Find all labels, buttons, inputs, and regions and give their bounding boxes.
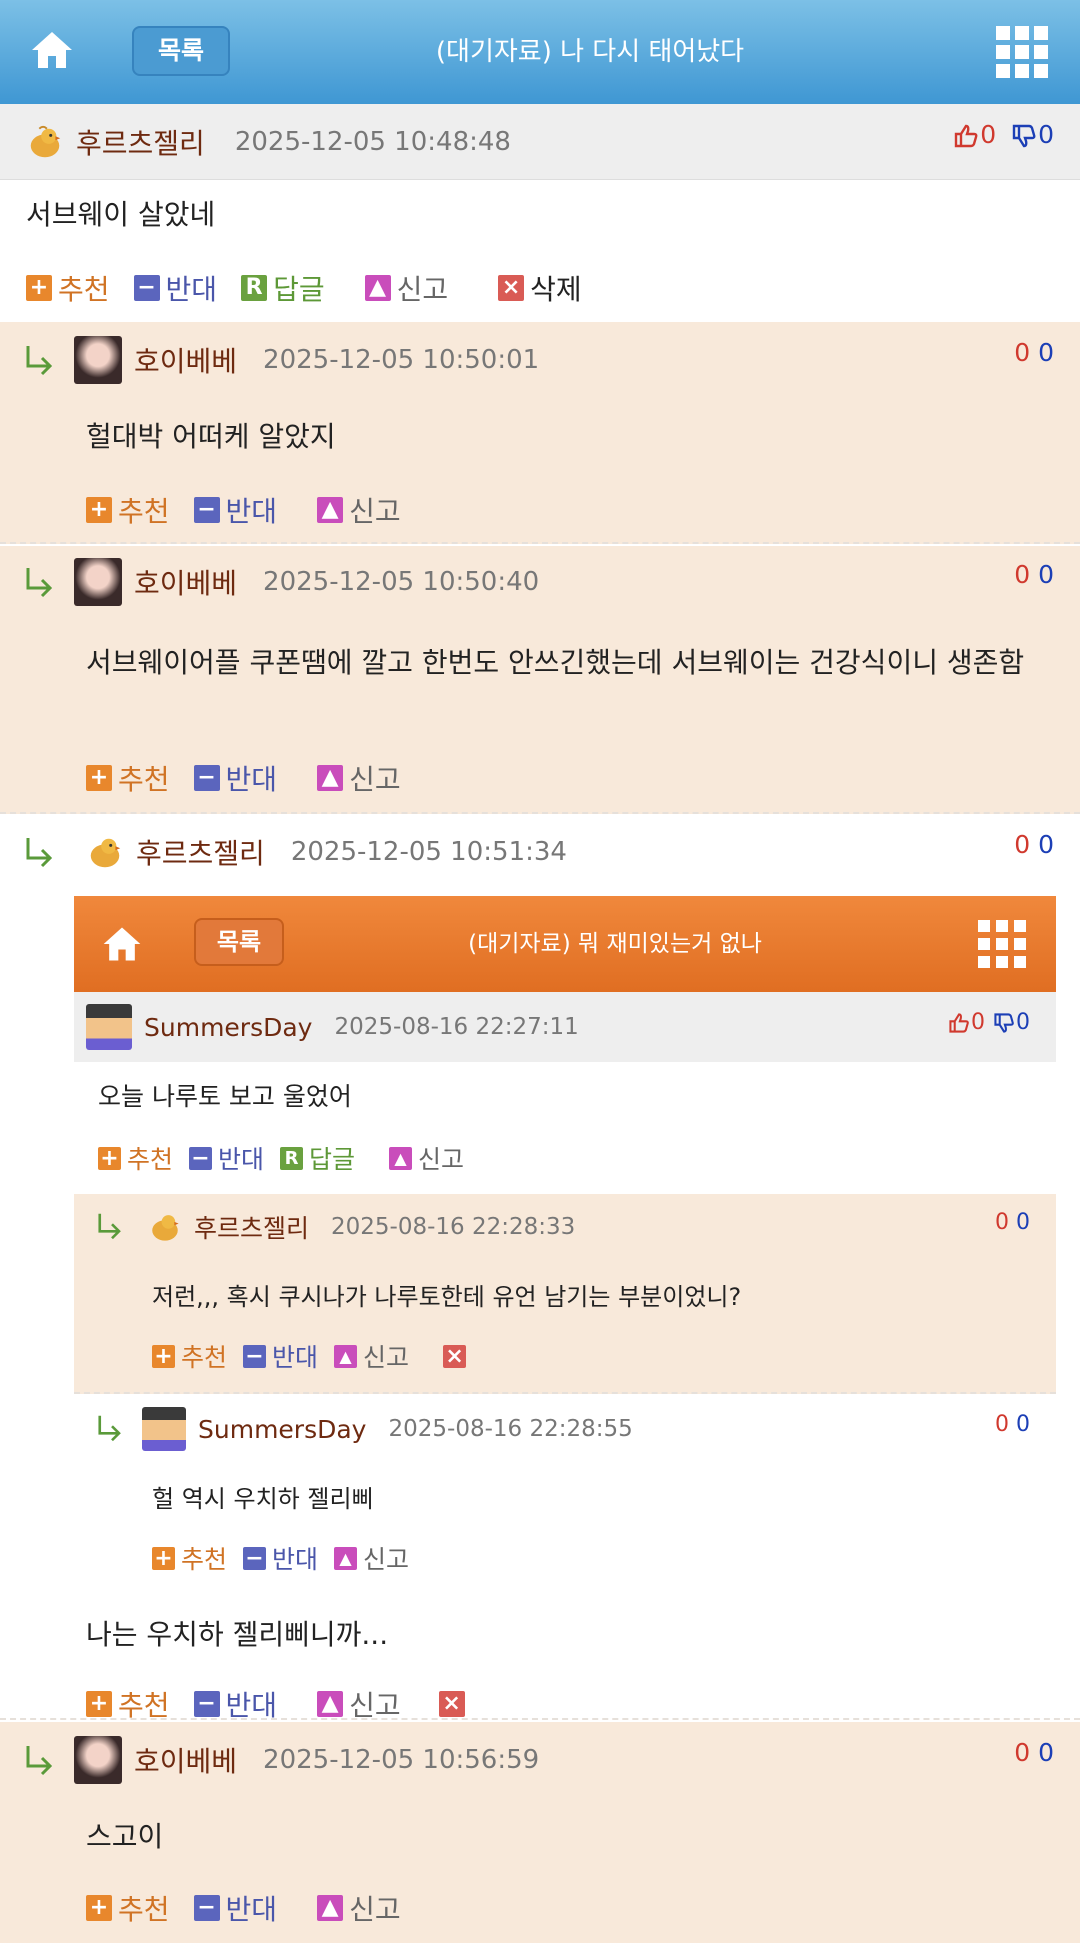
post-date: 2025-12-05 10:48:48 xyxy=(234,127,511,157)
recommend-button[interactable]: + 추천 xyxy=(26,268,110,308)
down-count: 0 xyxy=(1038,120,1054,149)
vote-counts: 0 0 xyxy=(952,120,1054,150)
embed-post-header: SummersDay 2025-08-16 22:27:11 0 0 xyxy=(74,992,1056,1062)
author-nick[interactable]: 호이베베 xyxy=(134,340,237,380)
thumbs-up-icon[interactable] xyxy=(952,122,980,150)
comment-actions: + 추천 − 반대 ▲ 신고 xyxy=(86,758,425,798)
report-button[interactable]: ▲ 신고 xyxy=(317,758,401,798)
author-nick: SummersDay xyxy=(198,1414,367,1444)
embedded-screenshot: 목록 (대기자료) 뭐 재미있는거 없나 SummersDay 2025-08-… xyxy=(74,896,1056,1722)
embed-comment: SummersDay 2025-08-16 22:28:55 0 0 헐 역시 … xyxy=(74,1396,1056,1596)
delete-button[interactable]: × 삭제 xyxy=(498,268,582,308)
chick-avatar xyxy=(30,125,61,158)
comment-actions: + 추천 − 반대 ▲ 신고 xyxy=(86,1888,425,1928)
comment-body: 서브웨이어플 쿠폰땜에 깔고 한번도 안쓰긴했는데 서브웨이는 건강식이니 생존… xyxy=(86,646,1025,679)
post-body: 서브웨이 살았네 xyxy=(26,198,216,231)
plus-icon: + xyxy=(26,275,52,301)
pixel-avatar xyxy=(86,1004,132,1050)
minus-icon: − xyxy=(133,275,160,301)
reply-button[interactable]: R 답글 xyxy=(241,268,325,308)
report-button[interactable]: ▲ 신고 xyxy=(317,490,401,530)
up-count: 0 xyxy=(980,120,997,149)
up-count: 0 xyxy=(1014,560,1031,589)
girl-avatar xyxy=(74,558,122,606)
down-count: 0 xyxy=(1038,560,1054,589)
thumbs-down-icon[interactable] xyxy=(1010,122,1038,150)
post-header: 후르츠젤리 2025-12-05 10:48:48 0 0 xyxy=(0,104,1080,180)
top-bar: 목록 (대기자료) 나 다시 태어났다 xyxy=(0,0,1080,104)
girl-avatar xyxy=(74,1736,122,1784)
thumbs-down-icon xyxy=(994,1013,1014,1033)
pixel-avatar xyxy=(142,1407,186,1451)
up-count: 0 xyxy=(1014,1738,1031,1767)
reply-arrow-icon xyxy=(26,568,53,598)
reply-arrow-icon xyxy=(98,1213,121,1240)
thumbs-up-icon xyxy=(949,1013,969,1033)
close-icon: × xyxy=(498,275,525,301)
reply-arrow-icon xyxy=(98,1415,121,1442)
embed-list-button: 목록 xyxy=(194,918,284,966)
page-title: (대기자료) 나 다시 태어났다 xyxy=(435,37,745,67)
chick-avatar xyxy=(90,838,121,868)
embed-comment: 후르츠젤리 2025-08-16 22:28:33 0 0 저런,,, 혹시 쿠… xyxy=(74,1194,1056,1394)
home-icon xyxy=(103,927,141,961)
author-nick[interactable]: 후르츠젤리 xyxy=(136,832,265,872)
reply-icon: R xyxy=(241,275,268,301)
list-button[interactable]: 목록 xyxy=(132,26,230,76)
comment: 호이베베 2025-12-05 10:56:59 0 0 스고이 + 추천 − 반대… xyxy=(0,1722,1080,1943)
oppose-button[interactable]: − 반대 xyxy=(193,1888,277,1928)
report-button[interactable]: ▲ 신고 xyxy=(364,268,448,308)
grid-menu-icon xyxy=(978,920,1026,968)
report-button[interactable]: ▲ 신고 xyxy=(317,1888,401,1928)
embed-comment-body: 저런,,, 혹시 쿠시나가 나루토한테 유언 남기는 부분이었니? xyxy=(152,1283,742,1311)
reply-arrow-icon xyxy=(26,1746,53,1776)
grid-menu-icon[interactable] xyxy=(996,26,1048,78)
reply-arrow-icon xyxy=(26,838,53,868)
post-date: 2025-08-16 22:27:11 xyxy=(334,1014,579,1040)
recommend-button[interactable]: + 추천 xyxy=(86,490,170,530)
home-icon[interactable] xyxy=(28,26,76,74)
chick-avatar xyxy=(152,1215,179,1241)
author-nick: 후르츠젤리 xyxy=(194,1214,310,1243)
oppose-button[interactable]: − 반대 xyxy=(133,268,217,308)
post-actions: + 추천 − 반대 R 답글 ▲ 신고 × 삭제 xyxy=(26,268,606,308)
comment-date: 2025-08-16 22:28:33 xyxy=(331,1214,576,1240)
embed-title: (대기자료) 뭐 재미있는거 없나 xyxy=(468,931,762,957)
comment-date: 2025-12-05 10:56:59 xyxy=(263,1745,540,1775)
author-nick[interactable]: 후르츠젤리 xyxy=(76,122,205,162)
reply-arrow-icon xyxy=(26,346,53,376)
comment-date: 2025-12-05 10:51:34 xyxy=(290,837,567,867)
recommend-button[interactable]: + 추천 xyxy=(86,758,170,798)
oppose-button[interactable]: − 반대 xyxy=(193,490,277,530)
comment-actions: + 추천 − 반대 ▲ 신고 xyxy=(86,490,425,530)
oppose-button[interactable]: − 반대 xyxy=(193,758,277,798)
down-count: 0 xyxy=(1038,1738,1054,1767)
comment-date: 2025-12-05 10:50:01 xyxy=(263,345,540,375)
embed-post-body: 오늘 나루토 보고 울었어 xyxy=(98,1082,352,1111)
comment-body: 스고이 xyxy=(86,1820,164,1853)
comment: 호이베베 2025-12-05 10:50:01 0 0 헐대박 어떠케 알았지… xyxy=(0,322,1080,544)
up-count: 0 xyxy=(1014,830,1031,859)
author-nick: SummersDay xyxy=(144,1012,313,1042)
embed-top-bar: 목록 (대기자료) 뭐 재미있는거 없나 xyxy=(74,896,1056,992)
down-count: 0 xyxy=(1038,830,1054,859)
down-count: 0 xyxy=(1038,338,1054,367)
comment: 호이베베 2025-12-05 10:50:40 0 0 서브웨이어플 쿠폰땜에… xyxy=(0,546,1080,814)
author-nick[interactable]: 호이베베 xyxy=(134,562,237,602)
siren-icon: ▲ xyxy=(364,275,391,301)
close-icon: × xyxy=(443,1344,467,1368)
comment-date: 2025-08-16 22:28:55 xyxy=(388,1416,633,1442)
author-nick[interactable]: 호이베베 xyxy=(134,1740,237,1780)
up-count: 0 xyxy=(1014,338,1031,367)
embed-post-actions: + 추천 − 반대 R 답글 ▲ 신고 xyxy=(98,1140,488,1176)
comment-date: 2025-12-05 10:50:40 xyxy=(263,567,540,597)
comment-body: 헐대박 어떠케 알았지 xyxy=(86,420,336,453)
recommend-button[interactable]: + 추천 xyxy=(86,1888,170,1928)
girl-avatar xyxy=(74,336,122,384)
embed-comment-body: 헐 역시 우치하 젤리삐 xyxy=(152,1485,374,1513)
